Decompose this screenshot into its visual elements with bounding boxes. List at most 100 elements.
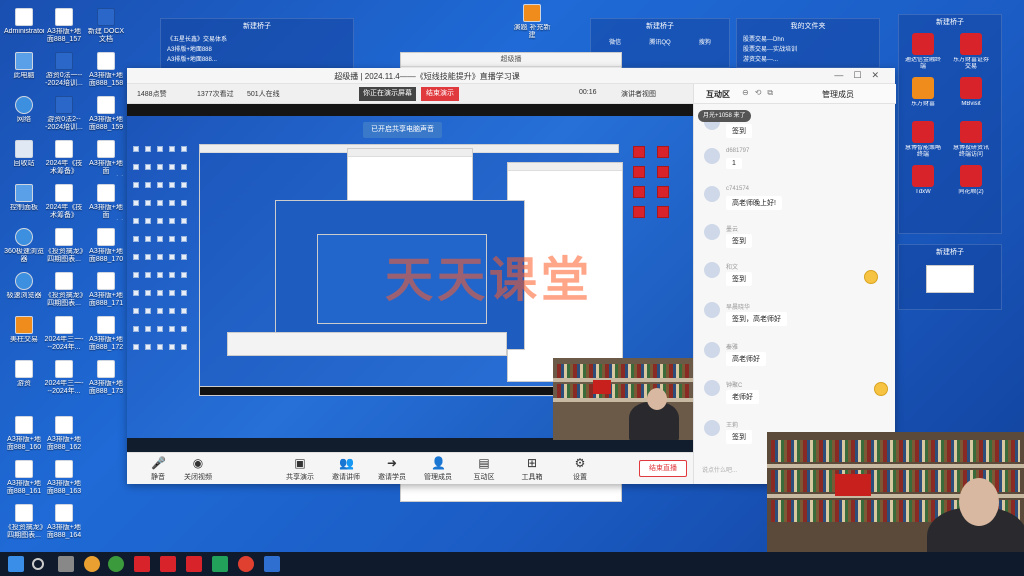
trading-app-shortcut[interactable]: 通达信金融终端 [903,31,943,71]
avatar[interactable] [704,148,720,164]
tab-interaction[interactable]: 互动区 [706,89,730,100]
live-app-icon[interactable] [264,556,280,572]
nested-desktop-icon [157,218,163,224]
app-label: 东方财富 [910,101,935,107]
panel-item[interactable]: A3排版+地面888... [167,55,347,65]
settings-button[interactable]: ⚙ 设置 [557,456,603,482]
tab-manage-members[interactable]: 管理成员 [822,89,854,100]
toolbox-button[interactable]: ⊞ 工具箱 [509,456,555,482]
desktop-icon[interactable]: 演题 补充新建 [512,4,552,40]
avatar[interactable] [704,420,720,436]
share-button[interactable]: ▣ 共享演示 [277,456,323,482]
panel-item[interactable]: 腾讯QQ [649,37,670,46]
desktop-icon[interactable]: A3排版+地面888_169(1) [86,184,126,220]
desktop-icon[interactable]: A3排版+地面888_160(1) [86,140,126,176]
emoji-icon [864,270,878,284]
avatar[interactable] [704,262,720,278]
desktop-icon[interactable]: 2024年《技术筹备》一... [44,140,84,176]
nested-desktop-icon [145,344,151,350]
desktop-icon[interactable]: 2024年三一---2024年... [44,316,84,352]
video-button[interactable]: ◉ 关闭视频 [175,456,221,482]
panel-item[interactable]: A3排版+地面888 [167,45,347,55]
panel-item[interactable]: 股票交易---实战培训 [743,45,873,55]
trading-app-shortcut[interactable]: TdxW [903,163,943,203]
app-icon[interactable] [186,556,202,572]
desktop-icon[interactable]: 网络 [4,96,44,132]
app-icon[interactable] [160,556,176,572]
trading-app-shortcut[interactable]: 慧博投研资讯终端访问 [951,119,991,159]
window-controls[interactable]: —☐✕ [834,70,889,81]
desktop-icon[interactable]: A3排版+地面888_164 [44,504,84,540]
avatar[interactable] [704,224,720,240]
desktop-icon[interactable]: 此电脑 [4,52,44,88]
trading-app-shortcut[interactable]: 同花顺(2) [951,163,991,203]
panel-item[interactable]: 游资交易---... [743,55,873,65]
desktop-icon[interactable]: 游资 [4,360,44,396]
invite-student-button[interactable]: ➜ 邀请学员 [369,456,415,482]
desktop-icon[interactable]: A3排版+地面888_163 [44,460,84,496]
interaction-button[interactable]: ▤ 互动区 [461,456,507,482]
nested-desktop-icon [169,236,175,242]
presenter-camera-small [553,358,693,440]
trading-app-shortcut[interactable]: 东方财富证券交易 [951,31,991,71]
panel-item[interactable]: 搜狗 [699,37,711,46]
word-file-icon [55,96,73,114]
view-mode-select[interactable]: 演讲者视图 [621,89,656,99]
desktop-icon[interactable]: A3排版+地面888_173 [86,360,126,396]
desktop-icon[interactable]: 《投资擒龙》四期图表... [44,228,84,264]
desktop-icon[interactable]: 回收站 [4,140,44,176]
panel-title: 新建桥子 [646,23,674,30]
trading-app-shortcut[interactable]: 东方财富 [903,75,943,115]
avatar[interactable] [704,302,720,318]
app-icon[interactable] [238,556,254,572]
trading-app-shortcut[interactable]: 慧博智能策略终端 [903,119,943,159]
online-count: 501人在线 [247,91,280,98]
app-label: 同花顺(2) [958,189,984,195]
wechat-icon[interactable] [212,556,228,572]
desktop-icon[interactable]: 极速浏览器 [4,272,44,308]
desktop-icon[interactable]: 《投资擒龙》四期图表... [44,272,84,308]
taskview-icon[interactable] [58,556,74,572]
avatar[interactable] [704,186,720,202]
desktop-icon[interactable]: 2024年三一---2024年... [44,360,84,396]
start-icon[interactable] [8,556,24,572]
end-presenting-button[interactable]: 结束演示 [421,87,459,101]
desktop-icon[interactable]: 控制面板 [4,184,44,220]
desktop-icon[interactable]: A3排版+地面888_158 [86,52,126,88]
app-icon[interactable] [134,556,150,572]
desktop-icon[interactable]: 游资0法2---2024培训... [44,96,84,132]
trading-app-shortcut[interactable]: MBvisit [951,75,991,115]
avatar[interactable] [704,342,720,358]
desktop-icon[interactable]: 美柱交易 [4,316,44,352]
panel-thumbnail [926,265,974,293]
browser-icon[interactable] [84,556,100,572]
desktop-icon[interactable]: A3排版+地面888_157 [44,8,84,44]
desktop-icon[interactable]: A3排版+地面888_161 [4,460,44,496]
manage-members-button[interactable]: 👤 管理成员 [415,456,461,482]
panel-item[interactable]: 《五星长鑫》交易体系 [167,35,347,45]
chat-username: d681797 [726,148,750,154]
end-live-button[interactable]: 结束直播 [639,460,687,477]
doc-file-icon [55,140,73,158]
desktop-icon[interactable]: A3排版+地面888_162 [44,416,84,452]
desktop-icon-label: 《投资擒龙》四期图表... [44,292,84,307]
nested-controlbar [227,332,507,356]
desktop-icon[interactable]: A3排版+地面888_171 [86,272,126,308]
chat-tools-icons[interactable]: ⊖⟲⧉ [742,88,779,98]
desktop-icon[interactable]: A3排版+地面888_159 [86,96,126,132]
desktop-icon[interactable]: 游资0法一---2024培训... [44,52,84,88]
search-icon[interactable] [32,558,44,570]
desktop-icon[interactable]: A3排版+地面888_172 [86,316,126,352]
desktop-icon[interactable]: 新建 DOCX 文档 [86,8,126,44]
desktop-icon[interactable]: 《投资擒龙》四期图表... [4,504,44,540]
desktop-icon[interactable]: Administrator [4,8,44,44]
desktop-icon[interactable]: A3排版+地面888_160 [4,416,44,452]
desktop-icon[interactable]: 360极速浏览器 [4,228,44,264]
browser2-icon[interactable] [108,556,124,572]
panel-item[interactable]: 股票交易---Dhn [743,35,873,45]
desktop-icon[interactable]: A3排版+地面888_170 [86,228,126,264]
desktop-icon[interactable]: 2024年《技术筹备》二... [44,184,84,220]
avatar[interactable] [704,380,720,396]
invite-lecturer-button[interactable]: 👥 邀请讲师 [323,456,369,482]
panel-item[interactable]: 微信 [609,37,621,46]
